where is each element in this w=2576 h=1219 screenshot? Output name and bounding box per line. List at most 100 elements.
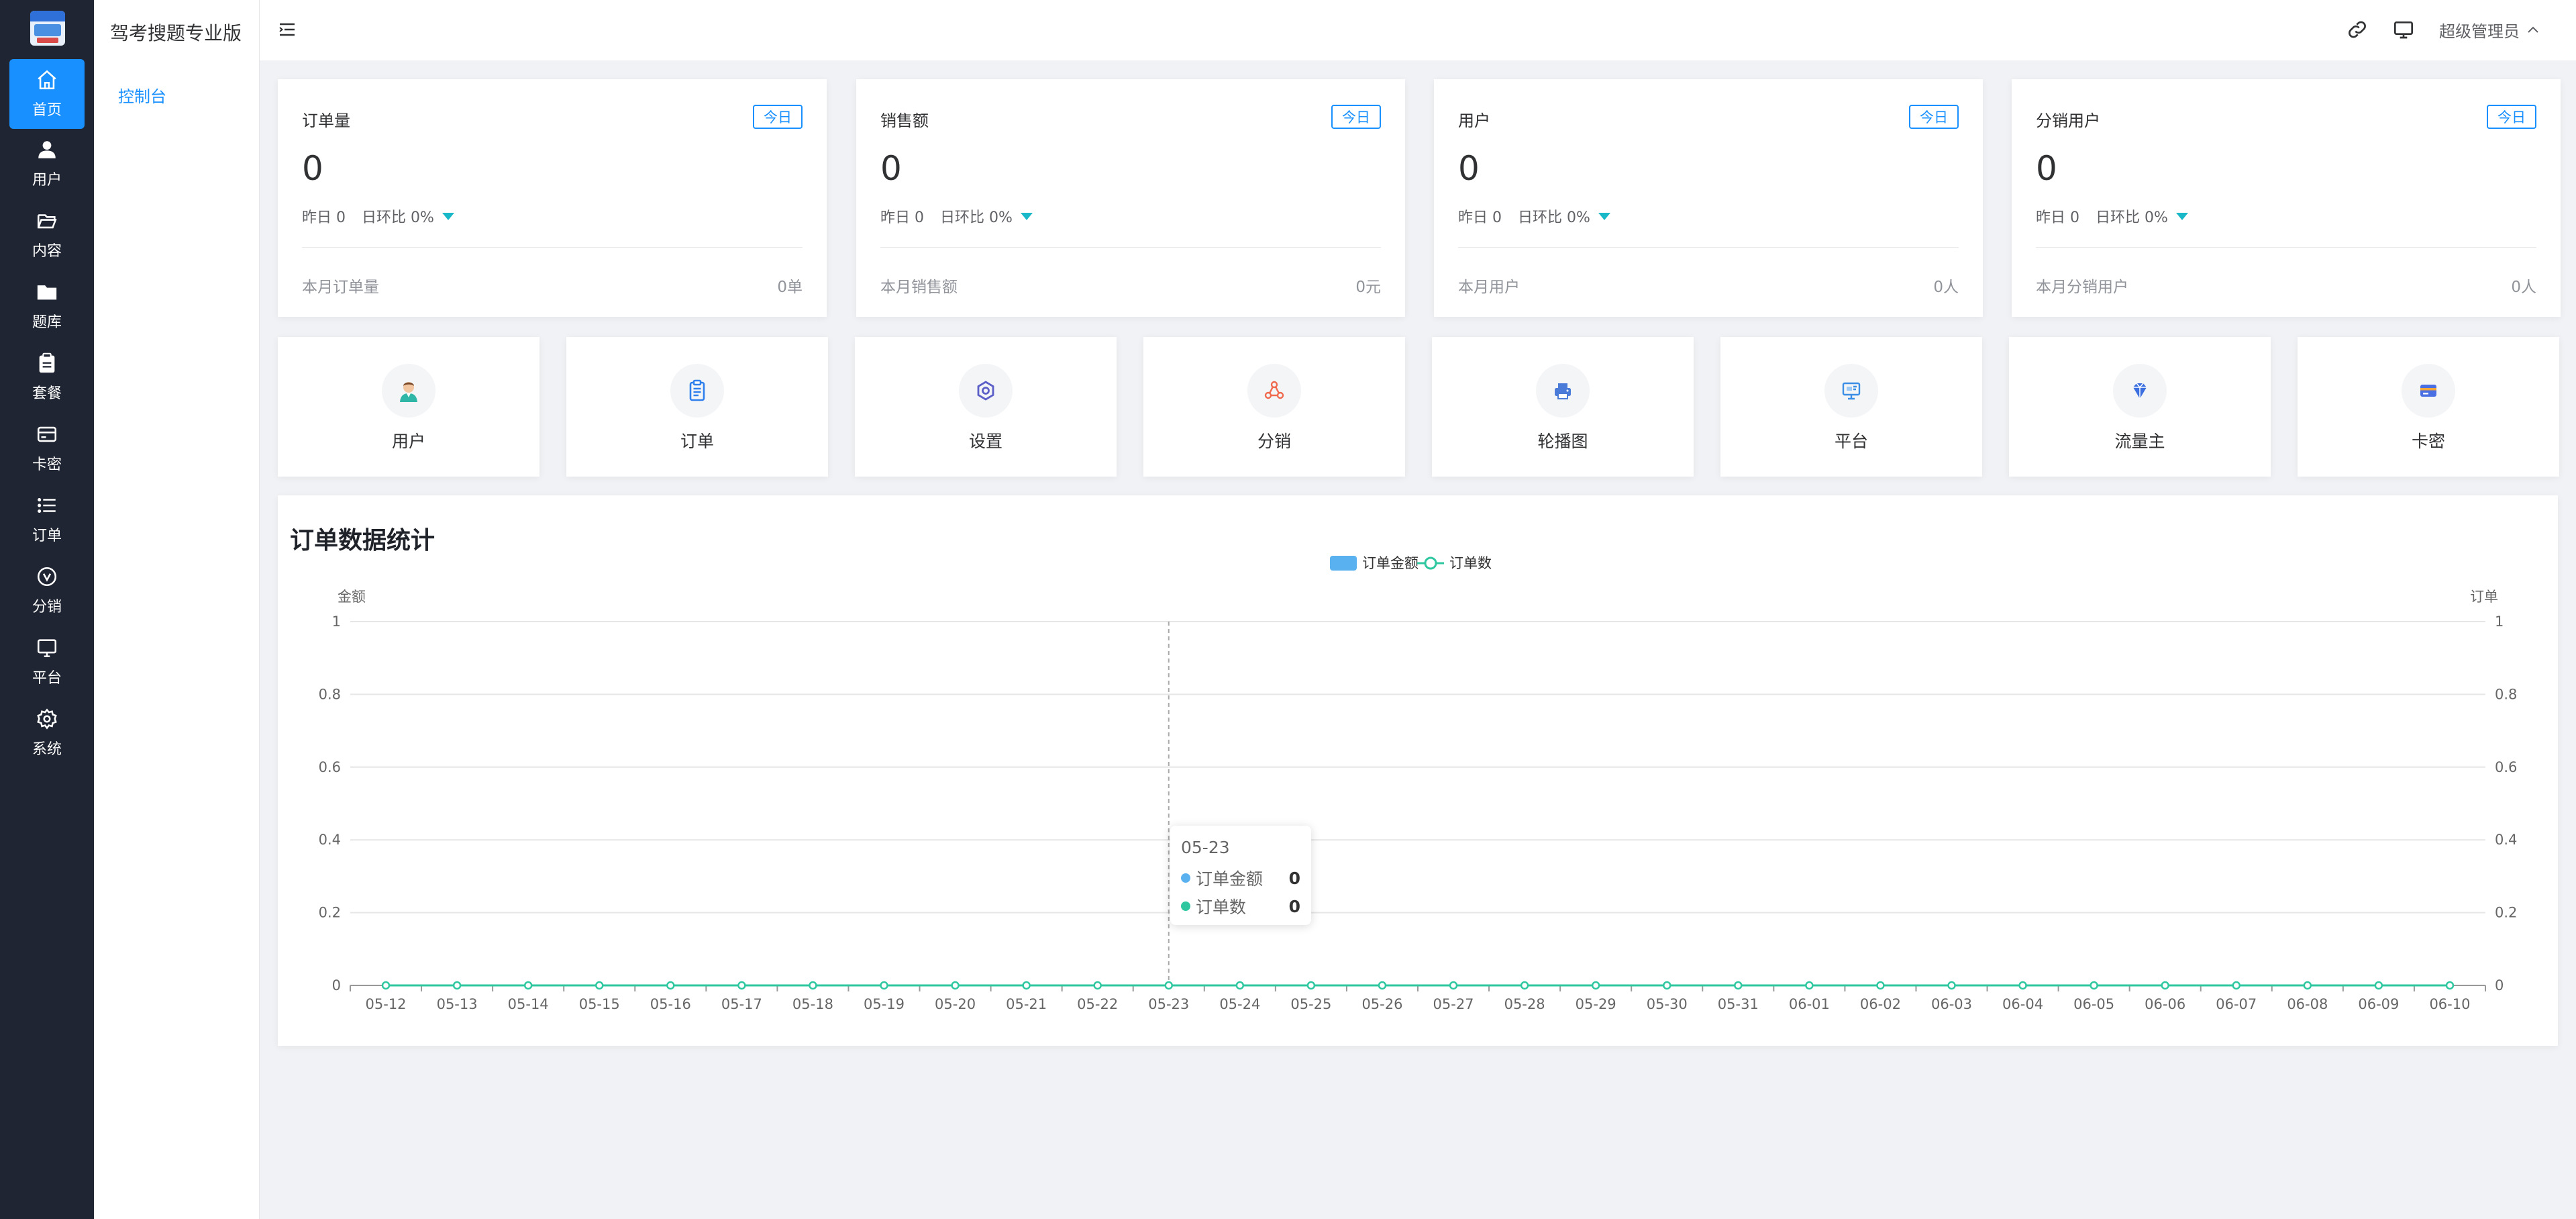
user-menu[interactable]: 超级管理员 <box>2439 17 2540 42</box>
point-count <box>1449 981 1458 990</box>
sidebar-item-label: 订单 <box>32 528 62 544</box>
shortcut-order[interactable]: 订单 <box>566 337 828 477</box>
point-count <box>2303 981 2312 990</box>
sidebar-item-label: 平台 <box>32 670 62 687</box>
x-tick-label: 06-09 <box>2358 996 2399 1012</box>
sidebar-item-user[interactable]: 用户 <box>9 129 85 199</box>
stat-yesterday: 昨日 0 <box>302 209 346 226</box>
share-icon <box>1247 364 1301 418</box>
sidebar-item-label: 内容 <box>32 243 62 260</box>
subnav-item-dashboard[interactable]: 控制台 <box>118 83 166 107</box>
today-tag: 今日 <box>753 105 803 129</box>
x-tick-label: 05-14 <box>508 996 549 1012</box>
monitor-icon[interactable] <box>2392 19 2415 40</box>
order-stats-chart: 订单金额 订单数金额 订单0 00.2 0.20.4 0.40.6 0.60.8 0.81 10… <box>319 555 2518 1012</box>
stat-card-orders: 订单量 今日 0 昨日 0 日环比 0% 本月订单量 0单 <box>278 79 827 317</box>
tooltip-row-amount: 订单金额 0 <box>1181 866 1300 890</box>
shortcut-distribution[interactable]: 分销 <box>1143 337 1405 477</box>
caret-down-icon <box>1598 212 1610 220</box>
y-tick-right: 0.4 <box>2495 832 2517 848</box>
x-tick-label: 06-03 <box>1931 996 1972 1012</box>
stat-ratio: 日环比 0% <box>940 209 1013 226</box>
legend-label-amount: 订单金额 <box>1362 555 1419 571</box>
settings-icon <box>959 364 1013 418</box>
sidebar-item-package[interactable]: 套餐 <box>9 342 85 412</box>
folder-icon <box>36 281 58 303</box>
monitor-icon <box>1824 364 1878 418</box>
point-count <box>1805 981 1814 990</box>
sidebar-item-label: 卡密 <box>32 456 62 473</box>
divider <box>2036 247 2536 248</box>
app-logo <box>30 11 65 46</box>
sidebar-item-home[interactable]: 首页 <box>9 59 85 129</box>
stat-title: 用户 <box>1458 111 1490 130</box>
divider <box>880 247 1381 248</box>
order-stats-panel: 订单数据统计 订单金额 订单数 金额 订单 0 0 0.2 0.2 0.4 0.4 0.6 0.6 0.… <box>278 495 2558 1046</box>
stat-card-sales: 销售额 今日 0 昨日 0 日环比 0% 本月销售额 0元 <box>856 79 1405 317</box>
y-tick-left: 0.2 <box>319 905 341 921</box>
x-tick-label: 05-25 <box>1290 996 1331 1012</box>
stat-value: 0 <box>2036 149 2057 188</box>
caret-down-icon <box>1020 212 1033 220</box>
sidebar-item-question-bank[interactable]: 题库 <box>9 271 85 341</box>
x-tick-label: 05-28 <box>1504 996 1545 1012</box>
shortcut-card[interactable]: 卡密 <box>2298 337 2559 477</box>
sidebar-item-content[interactable]: 内容 <box>9 200 85 270</box>
home-icon <box>36 68 58 91</box>
shortcut-user[interactable]: 用户 <box>278 337 539 477</box>
shortcut-label: 流量主 <box>2114 432 2165 451</box>
y-tick-right: 1 <box>2495 614 2504 630</box>
share-icon <box>36 565 58 588</box>
menu-toggle-icon[interactable] <box>278 21 296 38</box>
point-count <box>951 981 960 990</box>
stat-yesterday: 昨日 0 <box>880 209 924 226</box>
today-tag: 今日 <box>1331 105 1381 129</box>
point-count <box>1235 981 1245 990</box>
point-count <box>2161 981 2169 990</box>
series-dot <box>1181 873 1190 883</box>
point-count <box>1876 981 1885 990</box>
tooltip-series-name: 订单数 <box>1196 897 1247 917</box>
sidebar-item-order[interactable]: 订单 <box>9 485 85 554</box>
stat-card-distribution-users: 分销用户 今日 0 昨日 0 日环比 0% 本月分销用户 0人 <box>2012 79 2561 317</box>
sidebar-item-system[interactable]: 系统 <box>9 698 85 768</box>
stat-month-label: 本月订单量 <box>302 279 379 296</box>
point-count <box>1947 981 1956 990</box>
monitor-icon <box>36 636 58 659</box>
clipboard-icon <box>36 352 58 375</box>
x-tick-label: 06-10 <box>2429 996 2470 1012</box>
stat-value: 0 <box>880 149 902 188</box>
point-count <box>2374 981 2383 990</box>
sidebar-item-label: 分销 <box>32 599 62 616</box>
tooltip-series-name: 订单金额 <box>1196 869 1264 889</box>
x-tick-label: 05-19 <box>864 996 905 1012</box>
shortcut-label: 用户 <box>391 432 425 451</box>
point-count <box>1164 981 1174 990</box>
shortcut-traffic-owner[interactable]: 流量主 <box>2009 337 2271 477</box>
stat-month-value: 0人 <box>2511 279 2536 296</box>
legend-label-count: 订单数 <box>1449 555 1492 571</box>
stat-compare: 昨日 0 日环比 0% <box>302 205 454 227</box>
tooltip-date: 05-23 <box>1181 838 1230 857</box>
x-tick-label: 05-15 <box>579 996 620 1012</box>
shortcut-settings[interactable]: 设置 <box>855 337 1117 477</box>
x-tick-label: 06-02 <box>1860 996 1901 1012</box>
sidebar-item-label: 系统 <box>32 741 62 758</box>
shortcut-banner[interactable]: 轮播图 <box>1432 337 1694 477</box>
point-count <box>381 981 391 990</box>
stat-month-value: 0元 <box>1355 279 1381 296</box>
x-tick-label: 05-13 <box>437 996 478 1012</box>
stat-compare: 昨日 0 日环比 0% <box>1458 205 1610 227</box>
stat-compare: 昨日 0 日环比 0% <box>880 205 1033 227</box>
list-icon <box>36 494 58 517</box>
y-axis-right-label: 订单 <box>2470 589 2498 605</box>
shortcut-platform[interactable]: 平台 <box>1720 337 1982 477</box>
sidebar-item-card[interactable]: 卡密 <box>9 413 85 483</box>
sidebar-item-platform[interactable]: 平台 <box>9 627 85 697</box>
sidebar-item-distribution[interactable]: 分销 <box>9 556 85 626</box>
y-tick-left: 0 <box>332 977 341 993</box>
link-icon[interactable] <box>2347 19 2368 40</box>
shortcut-label: 分销 <box>1257 432 1291 451</box>
tooltip-row-count: 订单数 0 <box>1181 894 1300 918</box>
point-count <box>1520 981 1529 990</box>
